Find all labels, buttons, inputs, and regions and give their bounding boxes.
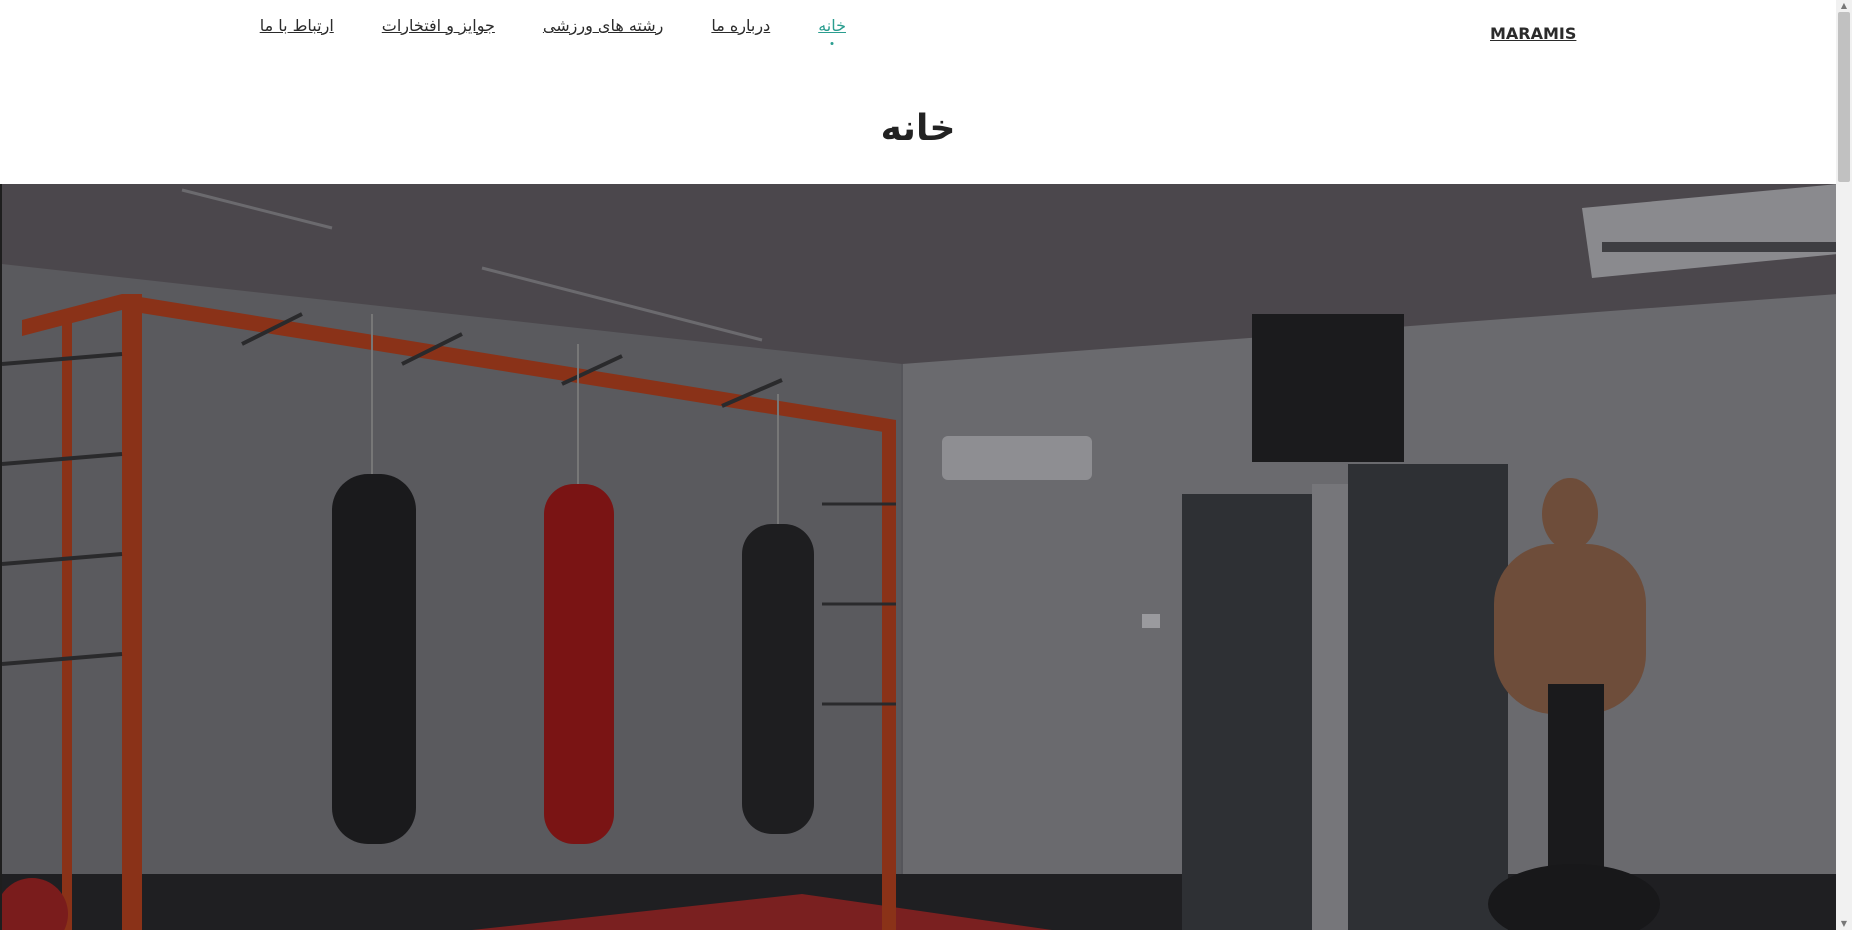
arrow-down-icon[interactable]: ▼ <box>1836 918 1852 930</box>
gym-photo-illustration <box>2 184 1838 930</box>
site-header: خانه درباره ما رشته های ورزشی جوایز و اف… <box>0 0 1836 184</box>
brand-logo-link[interactable]: MARAMIS <box>1490 24 1576 43</box>
nav-item-home[interactable]: خانه <box>818 16 846 35</box>
arrow-up-icon[interactable]: ▲ <box>1836 0 1852 12</box>
nav-item-sports[interactable]: رشته های ورزشی <box>543 16 663 35</box>
page-scrollbar[interactable]: ▲ ▼ <box>1836 0 1852 930</box>
main-nav: خانه درباره ما رشته های ورزشی جوایز و اف… <box>212 16 846 35</box>
nav-item-awards[interactable]: جوایز و افتخارات <box>382 16 495 35</box>
page-title: خانه <box>880 108 956 149</box>
nav-item-about[interactable]: درباره ما <box>711 16 770 35</box>
scroll-thumb[interactable] <box>1838 12 1850 182</box>
hero-image <box>2 184 1838 930</box>
nav-item-contact[interactable]: ارتباط با ما <box>260 16 334 35</box>
